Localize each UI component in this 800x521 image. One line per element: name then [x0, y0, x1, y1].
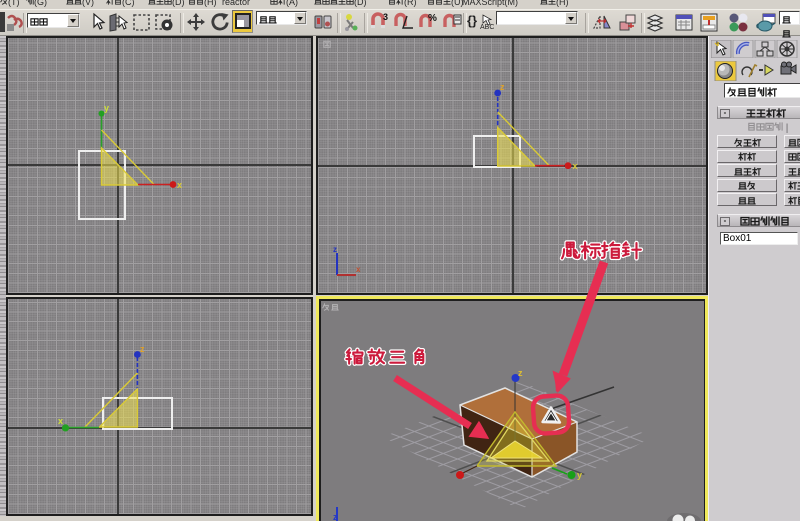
svg-text:x: x [58, 416, 63, 426]
svg-text:%: % [428, 13, 437, 24]
svg-text:z: z [518, 368, 523, 378]
svg-text:x: x [356, 265, 361, 274]
svg-text:z: z [333, 245, 337, 254]
svg-text:x: x [177, 180, 182, 190]
svg-text:z: z [500, 82, 505, 92]
svg-text:ABC: ABC [480, 24, 494, 31]
svg-text:z: z [140, 344, 145, 354]
svg-text:x: x [573, 161, 578, 171]
svg-text:3: 3 [383, 12, 388, 22]
svg-text:y: y [577, 470, 582, 480]
svg-text:{}: {} [467, 13, 477, 28]
svg-text:y: y [104, 103, 109, 113]
